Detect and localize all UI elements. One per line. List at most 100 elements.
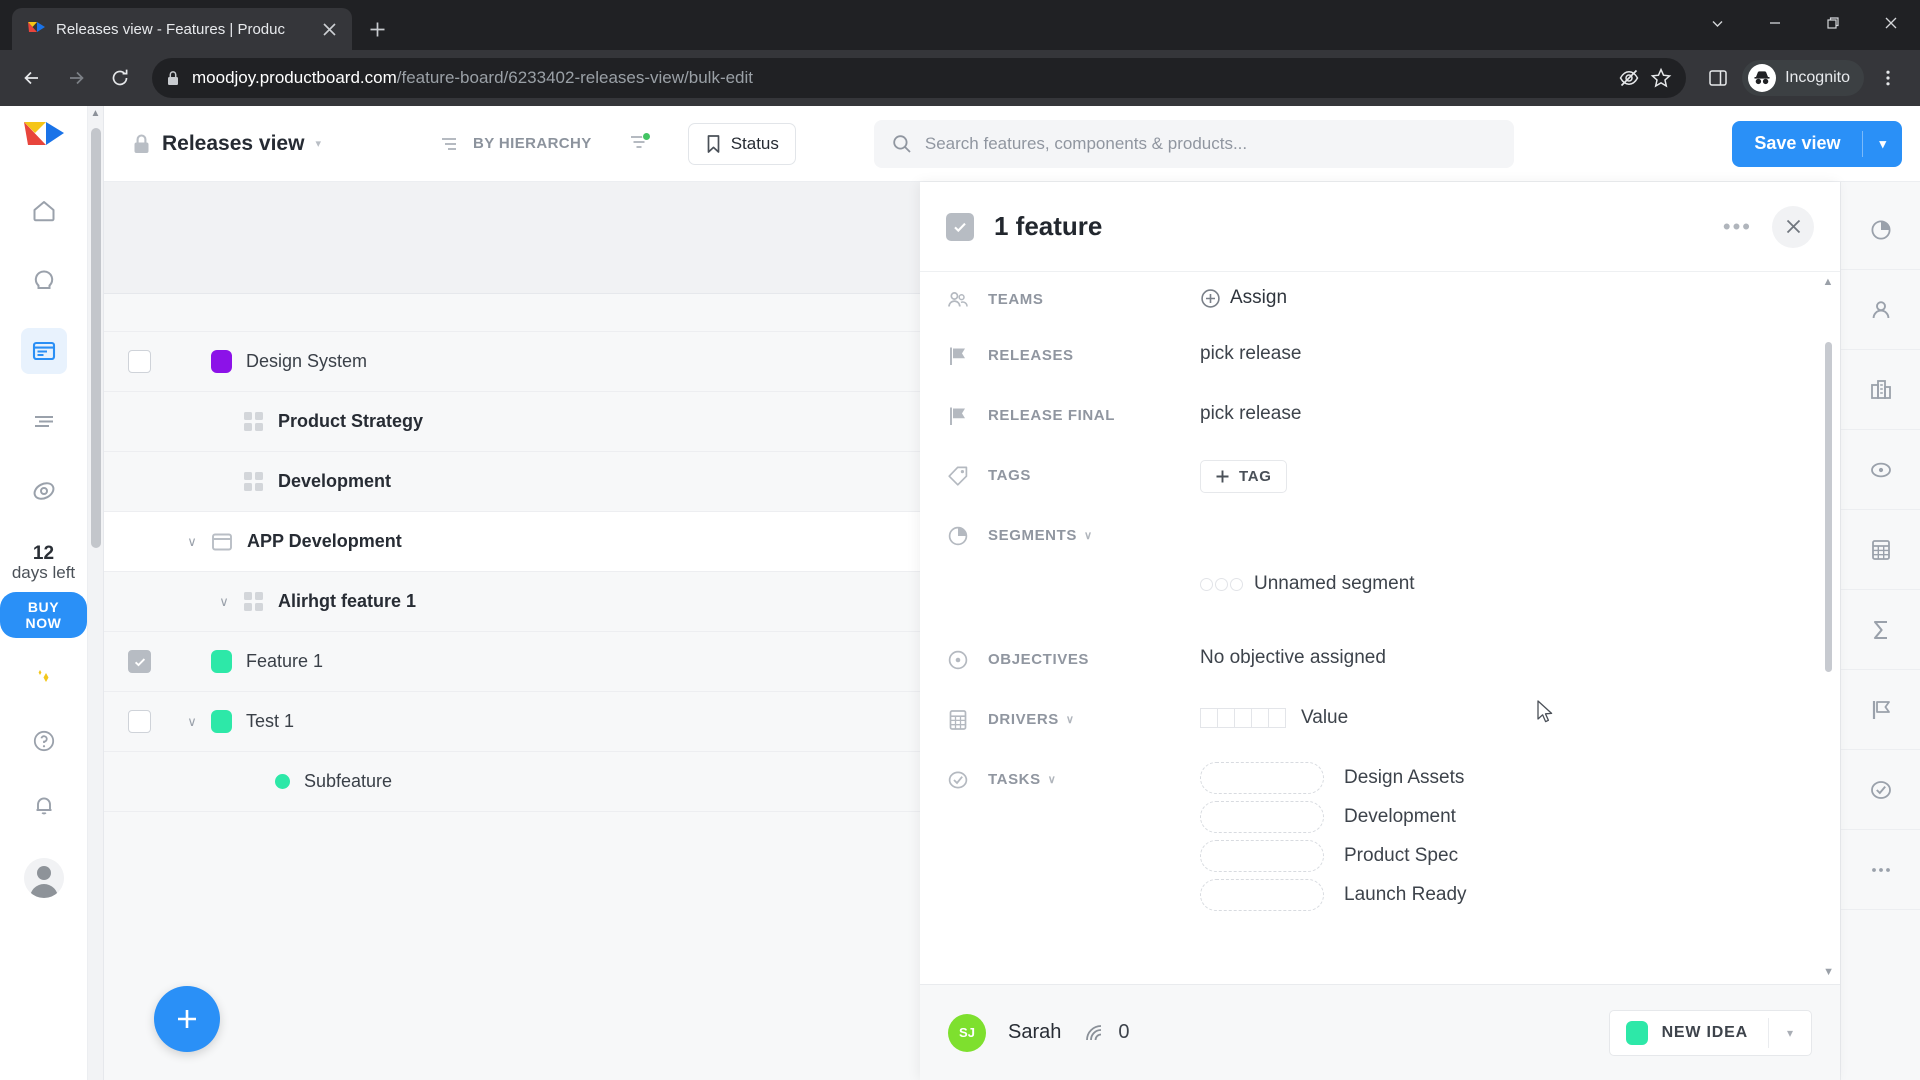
task-status-pill[interactable]	[1200, 840, 1324, 872]
status-filter-button[interactable]: Status	[687, 122, 796, 165]
tree-row-app-development[interactable]: ∨ APP Development	[104, 512, 920, 572]
reload-icon[interactable]	[100, 58, 140, 98]
add-tag-button[interactable]: TAG	[1200, 460, 1287, 493]
right-rail-segments[interactable]	[1840, 190, 1920, 270]
panel-row-segments: SEGMENTS ∨ Unnamed segment	[920, 510, 1840, 634]
save-view-button[interactable]: Save view ▾	[1732, 120, 1902, 167]
chevron-down-icon[interactable]: ∨	[213, 594, 235, 610]
filter-active-dot	[641, 131, 651, 141]
sidebar-item-portal[interactable]	[21, 468, 67, 514]
right-rail-companies[interactable]	[1840, 350, 1920, 430]
kebab-menu-icon[interactable]	[1868, 58, 1908, 98]
add-feature-button[interactable]	[154, 986, 220, 1052]
tree-row-alirhgt-feature-1[interactable]: ∨ Alirhgt feature 1	[104, 572, 920, 632]
minimize-to-tray-button[interactable]	[1688, 0, 1746, 46]
eye-off-icon[interactable]	[1618, 67, 1640, 89]
sidebar-item-whats-new[interactable]	[21, 654, 67, 700]
driver-row[interactable]: Value	[1200, 707, 1814, 729]
maximize-button[interactable]	[1804, 0, 1862, 46]
chevron-down-icon[interactable]: ▾	[1769, 1026, 1811, 1040]
tree-row-subfeature[interactable]: Subfeature	[104, 752, 920, 812]
insights-count[interactable]: 0	[1083, 1021, 1130, 1044]
segment-item[interactable]: Unnamed segment	[1200, 573, 1814, 595]
sidebar-item-notifications[interactable]	[21, 782, 67, 828]
incognito-profile-button[interactable]: Incognito	[1742, 60, 1864, 96]
chevron-down-icon[interactable]: ▾	[315, 137, 321, 150]
avatar[interactable]: SJ	[948, 1013, 986, 1052]
browser-tab[interactable]: Releases view - Features | Produc	[12, 8, 352, 50]
hierarchy-sort-icon	[439, 134, 461, 154]
close-icon[interactable]	[1772, 205, 1814, 248]
field-value-text[interactable]: pick release	[1200, 343, 1301, 364]
assign-team-button[interactable]: Assign	[1200, 287, 1814, 309]
hierarchy-toggle[interactable]: BY HIERARCHY	[439, 134, 592, 154]
chevron-down-icon[interactable]: ∨	[1066, 713, 1075, 726]
field-value-text[interactable]: No objective assigned	[1200, 647, 1386, 668]
sidebar-item-home[interactable]	[21, 188, 67, 234]
scrollbar-thumb[interactable]	[1824, 342, 1832, 672]
task-row[interactable]: Launch Ready	[1200, 879, 1814, 911]
chevron-down-icon[interactable]: ∨	[1084, 529, 1093, 542]
status-color-swatch	[1625, 1020, 1648, 1045]
tree-row-feature-1[interactable]: Feature 1	[104, 632, 920, 692]
save-view-label: Save view	[1754, 133, 1841, 153]
task-row[interactable]: Design Assets	[1200, 762, 1814, 794]
right-rail-drivers[interactable]	[1840, 510, 1920, 590]
address-bar[interactable]: moodjoy.productboard.com/feature-board/6…	[152, 58, 1687, 98]
right-rail-more[interactable]	[1840, 830, 1920, 910]
filter-button[interactable]	[628, 131, 651, 156]
sidebar-item-insights[interactable]	[21, 258, 67, 304]
scrollbar-thumb[interactable]	[91, 128, 101, 548]
field-value-text[interactable]: pick release	[1200, 403, 1301, 424]
minimize-button[interactable]	[1746, 0, 1804, 46]
chevron-down-icon[interactable]: ∨	[181, 714, 203, 730]
row-checkbox[interactable]	[128, 710, 151, 733]
user-avatar[interactable]	[23, 857, 64, 898]
row-checkbox-checked[interactable]	[128, 650, 151, 673]
sidebar-item-roadmap[interactable]	[21, 398, 67, 444]
panel-scrollbar[interactable]: ▲	[1822, 272, 1834, 984]
task-status-pill[interactable]	[1200, 762, 1324, 794]
side-panel-icon[interactable]	[1698, 58, 1738, 98]
ellipsis-icon[interactable]: •••	[1723, 214, 1752, 240]
tree-row-test-1[interactable]: ∨ Test 1	[104, 692, 920, 752]
right-rail-users[interactable]	[1840, 270, 1920, 350]
chevron-down-icon[interactable]: ∨	[1048, 773, 1057, 786]
chevron-down-icon[interactable]: ∨	[181, 534, 203, 550]
plus-icon[interactable]	[360, 12, 394, 46]
forward-arrow-icon[interactable]	[56, 58, 96, 98]
productboard-logo-icon[interactable]	[22, 120, 66, 154]
right-rail-objectives[interactable]	[1840, 430, 1920, 510]
task-row[interactable]: Development	[1200, 801, 1814, 833]
tree-row-development[interactable]: Development	[104, 452, 920, 512]
status-dropdown[interactable]: NEW IDEA ▾	[1608, 1009, 1812, 1056]
task-status-pill[interactable]	[1200, 879, 1324, 911]
row-checkbox[interactable]	[128, 350, 151, 373]
checkbox-checked-icon[interactable]	[946, 212, 974, 241]
task-row[interactable]: Product Spec	[1200, 840, 1814, 872]
driver-score-boxes[interactable]	[1200, 708, 1286, 728]
buy-now-button[interactable]: BUY NOW	[0, 591, 87, 638]
panel-row-tags: TAGS TAG	[920, 450, 1840, 510]
right-rail-score[interactable]	[1840, 590, 1920, 670]
segments-pie-icon	[946, 510, 988, 548]
right-rail-tasks[interactable]	[1840, 750, 1920, 830]
tree-row-design-system[interactable]: Design System	[104, 332, 920, 392]
right-rail-releases[interactable]	[1840, 670, 1920, 750]
search-icon	[892, 134, 912, 154]
task-name: Development	[1344, 806, 1456, 827]
view-title-group[interactable]: Releases view ▾	[132, 132, 321, 156]
close-window-button[interactable]	[1862, 0, 1920, 46]
sidebar-item-help[interactable]	[21, 718, 67, 764]
tree-scrollbar[interactable]: ▲	[88, 106, 104, 1080]
tree-row-product-strategy[interactable]: Product Strategy	[104, 392, 920, 452]
search-input[interactable]: Search features, components & products..…	[873, 119, 1514, 168]
close-icon[interactable]	[316, 16, 342, 42]
task-status-pill[interactable]	[1200, 801, 1324, 833]
sidebar-item-features[interactable]	[20, 328, 67, 374]
scroll-up-icon[interactable]: ▲	[91, 106, 101, 122]
star-icon[interactable]	[1650, 67, 1672, 89]
back-arrow-icon[interactable]	[12, 58, 52, 98]
scroll-up-icon[interactable]: ▲	[1823, 272, 1834, 292]
chevron-down-icon[interactable]: ▾	[1863, 136, 1902, 152]
